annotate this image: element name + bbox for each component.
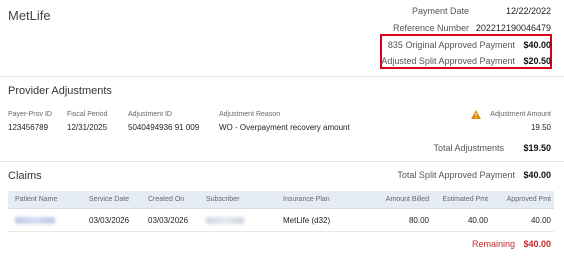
patient-name-link-redacted[interactable]	[15, 217, 55, 224]
adjustment-reason-header: Adjustment Reason	[219, 111, 281, 118]
subscriber-header[interactable]: Subscriber	[206, 196, 239, 203]
adjustment-amount-header: Adjustment Amount	[490, 111, 551, 118]
approved-pmt-cell: 40.00	[530, 216, 551, 225]
original-approved-payment-value: $40.00	[523, 40, 551, 50]
created-on-header[interactable]: Created On	[148, 196, 184, 203]
claims-title: Claims	[8, 170, 42, 182]
payer-prov-id-value: 123456789	[8, 123, 49, 132]
adjustment-id-header: Adjustment ID	[128, 111, 172, 118]
fiscal-period-value: 12/31/2025	[67, 123, 108, 132]
total-split-approved-label: Total Split Approved Payment	[397, 170, 515, 180]
amount-billed-cell: 80.00	[408, 216, 429, 225]
estimated-pmt-cell: 40.00	[467, 216, 488, 225]
amount-billed-header[interactable]: Amount Billed	[386, 196, 429, 203]
adjustment-reason-value: WO - Overpayment recovery amount	[219, 123, 350, 132]
adjustment-id-value: 5040494936 91 009	[128, 123, 200, 132]
original-approved-payment-label: 835 Original Approved Payment	[387, 40, 515, 50]
estimated-pmt-header[interactable]: Estimated Pmt	[442, 196, 488, 203]
reference-number-label: Reference Number	[392, 23, 469, 33]
adjustments-divider	[0, 161, 564, 162]
insurance-plan-cell: MetLife (d32)	[283, 216, 331, 225]
total-split-approved-value: $40.00	[523, 170, 551, 180]
total-adjustments-value: $19.50	[523, 143, 551, 153]
insurance-plan-header[interactable]: Insurance Plan	[283, 196, 330, 203]
fiscal-period-header: Fiscal Period	[67, 111, 108, 118]
adjustment-amount-value: 19.50	[530, 123, 551, 132]
payment-date-value: 12/22/2022	[505, 6, 551, 16]
adjusted-split-approved-payment-label: Adjusted Split Approved Payment	[381, 56, 515, 66]
subscriber-redacted	[206, 217, 244, 224]
provider-adjustments-title: Provider Adjustments	[8, 85, 112, 97]
adjusted-split-approved-payment-value: $20.50	[523, 56, 551, 66]
header-divider	[0, 76, 564, 77]
remaining-label: Remaining	[471, 239, 515, 249]
reference-number-value: 202212190046479	[475, 23, 551, 33]
service-date-cell: 03/03/2026	[89, 216, 130, 225]
approved-pmt-header[interactable]: Approved Pmt	[507, 196, 551, 203]
payment-date-label: Payment Date	[411, 6, 469, 16]
patient-name-header[interactable]: Patient Name	[15, 196, 57, 203]
payer-prov-id-header: Payer-Prov ID	[8, 111, 52, 118]
total-adjustments-label: Total Adjustments	[433, 143, 504, 153]
service-date-header[interactable]: Service Date	[89, 196, 129, 203]
created-on-cell: 03/03/2026	[148, 216, 189, 225]
payer-name: MetLife	[8, 8, 51, 23]
warning-icon	[471, 110, 481, 119]
remaining-value: $40.00	[523, 239, 551, 249]
